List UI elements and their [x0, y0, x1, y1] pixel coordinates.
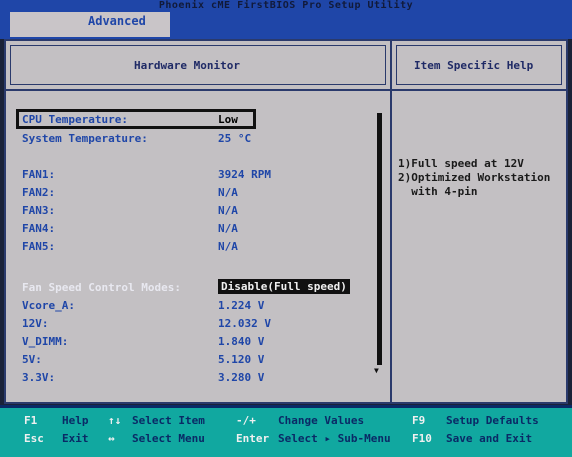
app-title: Phoenix cME FirstBIOS Pro Setup Utility — [0, 0, 572, 12]
help-line-3: with 4-pin — [398, 185, 478, 198]
fan5-label: FAN5: — [22, 240, 56, 253]
hardware-monitor-title: Hardware Monitor — [134, 59, 240, 72]
fan4-label: FAN4: — [22, 222, 56, 235]
key-f9: F9 — [412, 414, 426, 427]
vdimm-value: 1.840 V — [218, 335, 265, 348]
key-f10: F10 — [412, 432, 432, 445]
fan3-value: N/A — [218, 204, 238, 217]
header-divider — [6, 89, 566, 91]
key-esc: Esc — [24, 432, 44, 445]
key-plusminus-desc: Change Values — [278, 414, 365, 427]
system-temp-value: 25 °C — [218, 132, 252, 145]
key-enter: Enter — [236, 432, 270, 445]
v5-value: 5.120 V — [218, 353, 265, 366]
fan5-value: N/A — [218, 240, 238, 253]
bios-screen: Phoenix cME FirstBIOS Pro Setup Utility … — [0, 0, 572, 457]
vdimm-label: V_DIMM: — [22, 335, 69, 348]
fan1-label: FAN1: — [22, 168, 56, 181]
key-leftright-desc: Select Menu — [132, 432, 205, 445]
fan2-label: FAN2: — [22, 186, 56, 199]
tab-advanced[interactable]: Advanced — [10, 12, 170, 37]
cpu-temp-highlight — [16, 109, 256, 129]
key-leftright: ↔ — [108, 432, 115, 445]
key-f1: F1 — [24, 414, 38, 427]
help-line-1: 1)Full speed at 12V — [398, 157, 524, 170]
vcore-value: 1.224 V — [218, 299, 265, 312]
key-f1-desc: Help — [62, 414, 89, 427]
v33-value: 3.280 V — [218, 371, 265, 384]
fan-speed-mode-label: Fan Speed Control Modes: — [22, 281, 181, 294]
v12-value: 12.032 V — [218, 317, 271, 330]
key-esc-desc: Exit — [62, 432, 89, 445]
fan3-label: FAN3: — [22, 204, 56, 217]
system-temp-label: System Temperature: — [22, 132, 148, 145]
fan1-value: 3924 RPM — [218, 168, 271, 181]
key-updown-desc: Select Item — [132, 414, 205, 427]
key-legend: F1 Help ↑↓ Select Item -/+ Change Values… — [0, 405, 572, 457]
key-f9-desc: Setup Defaults — [446, 414, 539, 427]
key-f10-desc: Save and Exit — [446, 432, 533, 445]
fan-speed-mode-select[interactable]: Disable(Full speed) — [218, 279, 350, 294]
fan-speed-mode-value: Disable(Full speed) — [218, 279, 350, 294]
scroll-down-arrow-icon[interactable]: ▼ — [374, 366, 379, 375]
tab-bar: Advanced — [0, 12, 572, 39]
item-help-title: Item Specific Help — [414, 59, 534, 72]
key-plusminus: -/+ — [236, 414, 256, 427]
column-divider — [390, 41, 392, 402]
scrollbar-thumb[interactable] — [377, 113, 382, 365]
fan2-value: N/A — [218, 186, 238, 199]
v12-label: 12V: — [22, 317, 49, 330]
vcore-label: Vcore_A: — [22, 299, 75, 312]
key-enter-desc: Select ▸ Sub-Menu — [278, 432, 391, 445]
fan4-value: N/A — [218, 222, 238, 235]
key-updown: ↑↓ — [108, 414, 122, 427]
help-line-2: 2)Optimized Workstation — [398, 171, 551, 184]
v33-label: 3.3V: — [22, 371, 56, 384]
main-panel: Hardware Monitor Item Specific Help — [4, 39, 568, 404]
v5-label: 5V: — [22, 353, 42, 366]
